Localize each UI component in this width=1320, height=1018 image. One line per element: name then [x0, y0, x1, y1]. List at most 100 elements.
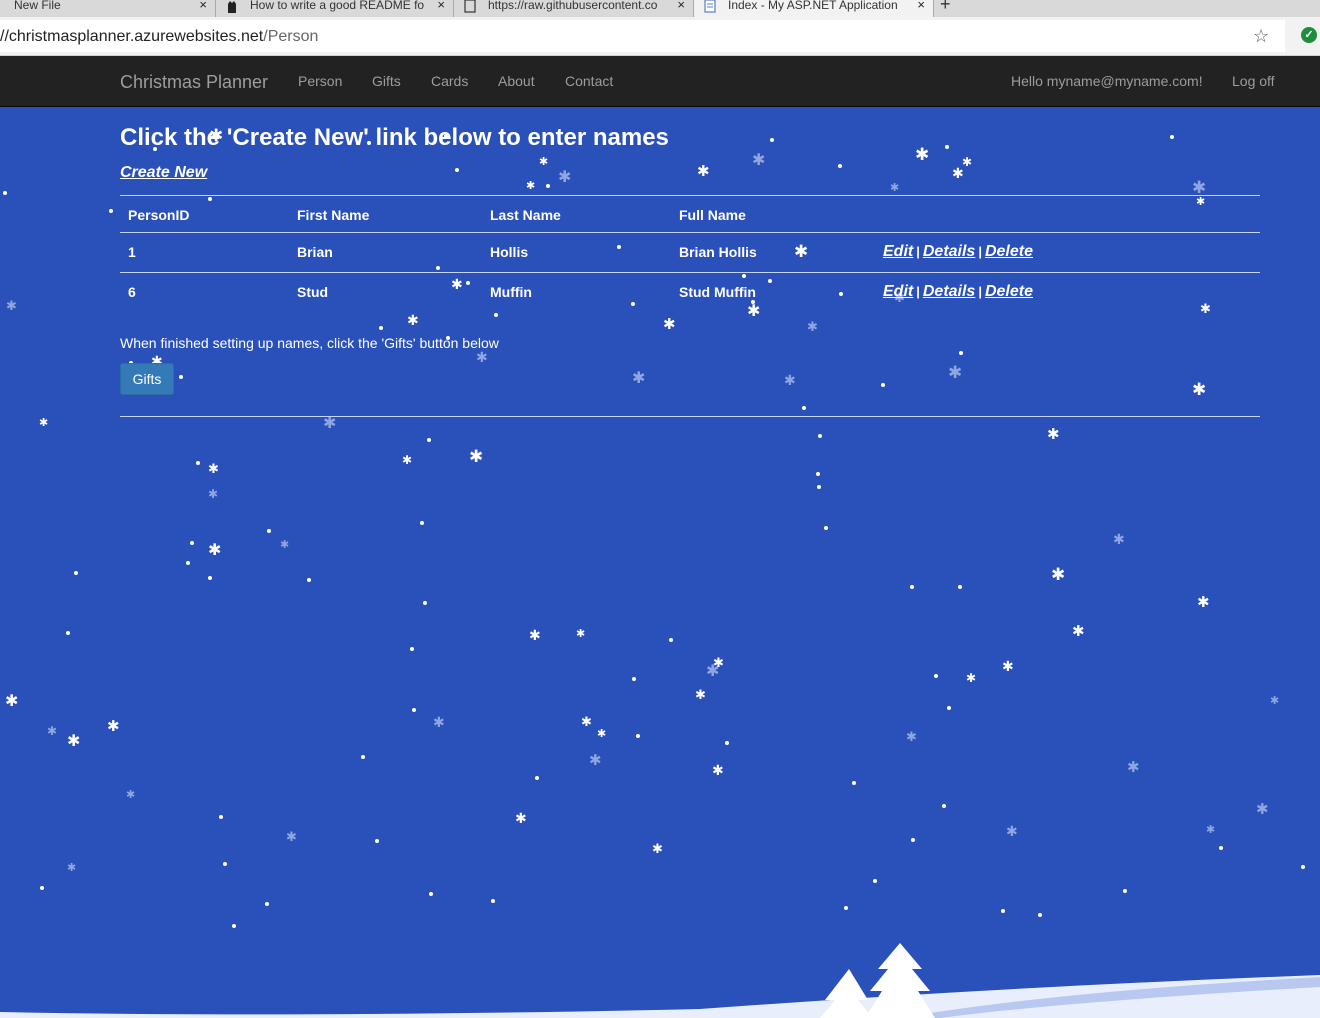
extension-check-icon[interactable]: ✓: [1301, 27, 1317, 43]
snow-dot: [911, 838, 915, 842]
snowflake-icon: ✱: [1002, 658, 1014, 674]
cell-last-name: Muffin: [490, 284, 532, 300]
snowflake-icon: ✱: [1047, 426, 1060, 443]
tab-close-icon[interactable]: ×: [917, 0, 925, 12]
snow-dot: [420, 521, 424, 525]
details-link[interactable]: Details: [923, 283, 975, 300]
edit-link[interactable]: Edit: [883, 243, 913, 260]
details-link[interactable]: Details: [923, 243, 975, 260]
create-new-link[interactable]: Create New: [120, 164, 207, 182]
row-actions: Edit | Details | Delete: [883, 283, 1033, 301]
snow-dot: [436, 266, 440, 270]
bookmark-star-icon[interactable]: ☆: [1253, 26, 1269, 47]
snow-dot: [1219, 846, 1223, 850]
snowflake-icon: ✱: [107, 718, 120, 735]
snowflake-icon: ✱: [5, 693, 19, 710]
snow-dot: [546, 184, 550, 188]
snowflake-icon: ✱: [794, 242, 809, 261]
snow-dot: [945, 145, 949, 149]
snow-dot: [410, 647, 414, 651]
header-last-name: Last Name: [490, 207, 561, 223]
snowflake-icon: ✱: [1127, 759, 1140, 776]
snowflake-icon: ✱: [208, 461, 219, 476]
url-text: //christmasplanner.azurewebsites.net/Per…: [0, 28, 318, 46]
snow-dot: [379, 326, 383, 330]
url-input[interactable]: //christmasplanner.azurewebsites.net/Per…: [0, 20, 1285, 52]
snowflake-icon: ✱: [747, 303, 761, 320]
blank-page-icon: [464, 0, 476, 13]
snow-dot: [423, 601, 427, 605]
snow-dot: [40, 886, 44, 890]
snow-dot: [1001, 909, 1005, 913]
page-title: Click the 'Create New' link below to ent…: [120, 124, 669, 151]
snow-dot: [208, 197, 212, 201]
nav-about[interactable]: About: [498, 73, 535, 89]
snow-dot: [838, 164, 842, 168]
snow-dot: [429, 892, 433, 896]
nav-gifts[interactable]: Gifts: [372, 73, 401, 89]
snowflake-icon: ✱: [126, 789, 136, 801]
snowflake-icon: ✱: [807, 319, 818, 334]
snow-dot: [535, 776, 539, 780]
header-full-name: Full Name: [679, 207, 746, 223]
snowflake-icon: ✱: [1192, 178, 1207, 197]
snow-dot: [427, 438, 431, 442]
tab-index-active[interactable]: Index - My ASP.NET Application ×: [694, 0, 934, 17]
footer-divider: [120, 416, 1260, 417]
snowflake-icon: ✱: [890, 182, 900, 194]
snowflake-icon: ✱: [323, 415, 337, 432]
snow-dot: [934, 674, 938, 678]
snowflake-icon: ✱: [712, 762, 724, 778]
new-tab-button[interactable]: +: [940, 0, 951, 15]
snowflake-icon: ✱: [597, 728, 607, 740]
snowflake-icon: ✱: [526, 180, 536, 192]
snow-dot: [725, 741, 729, 745]
nav-person[interactable]: Person: [298, 73, 342, 89]
tab-readme[interactable]: How to write a good README fo ×: [216, 0, 454, 17]
snow-dot: [1038, 913, 1042, 917]
snowflake-icon: ✱: [1113, 531, 1125, 547]
snow-dot: [361, 755, 365, 759]
nav-contact[interactable]: Contact: [565, 73, 613, 89]
snowflake-icon: ✱: [6, 298, 17, 313]
snow-dot: [109, 209, 113, 213]
tab-label: New File: [14, 0, 61, 12]
snow-dot: [802, 406, 806, 410]
logoff-link[interactable]: Log off: [1232, 73, 1275, 89]
snow-dot: [267, 529, 271, 533]
gifts-button[interactable]: Gifts: [120, 363, 174, 395]
row-actions: Edit | Details | Delete: [883, 243, 1033, 261]
tab-close-icon[interactable]: ×: [677, 0, 685, 12]
snow-dot: [751, 300, 755, 304]
document-icon: [704, 0, 716, 13]
table-header-divider: [120, 232, 1260, 233]
snowflake-icon: ✱: [1006, 823, 1018, 839]
user-greeting-link[interactable]: Hello myname@myname.com!: [1011, 73, 1203, 89]
snowflake-icon: ✱: [515, 810, 527, 826]
snow-dot: [494, 313, 498, 317]
action-separator: |: [916, 244, 920, 259]
snow-dot: [208, 576, 212, 580]
snowflake-icon: ✱: [695, 687, 706, 702]
snowflake-icon: ✱: [451, 276, 463, 292]
snow-dot: [910, 585, 914, 589]
edit-link[interactable]: Edit: [883, 283, 913, 300]
brand-link[interactable]: Christmas Planner: [120, 72, 268, 93]
snowfall-background: ✱ ✱ ✱ ✱ ✱ ✱ ✱ ✱ ✱ ✱ ✱ ✱ ✱ ✱ ✱ ✱ ✱ ✱ ✱ ✱ ✱ ✱ ✱ ✱ ✱ ✱ ✱ ✱ ✱ ✱ ✱ ✱ ✱ ✱ ✱ ✱ ✱ ✱ ✱ ✱…: [0, 107, 1320, 1018]
cell-full-name: Brian Hollis: [679, 244, 757, 260]
browser-tab-strip: New File × How to write a good README fo…: [0, 0, 1320, 17]
tab-close-icon[interactable]: ×: [199, 0, 207, 12]
delete-link[interactable]: Delete: [985, 283, 1033, 300]
snow-dot: [223, 862, 227, 866]
snowflake-icon: ✱: [402, 453, 413, 467]
tab-raw-github[interactable]: https://raw.githubusercontent.co ×: [454, 0, 694, 17]
tab-new-file[interactable]: New File ×: [0, 0, 216, 17]
snowflake-icon: ✱: [752, 152, 766, 169]
delete-link[interactable]: Delete: [985, 243, 1033, 260]
snow-dot: [824, 526, 828, 530]
tab-close-icon[interactable]: ×: [437, 0, 445, 12]
nav-cards[interactable]: Cards: [431, 73, 468, 89]
snow-dot: [74, 571, 78, 575]
snow-dot: [632, 677, 636, 681]
instructions-text: When finished setting up names, click th…: [120, 335, 499, 351]
